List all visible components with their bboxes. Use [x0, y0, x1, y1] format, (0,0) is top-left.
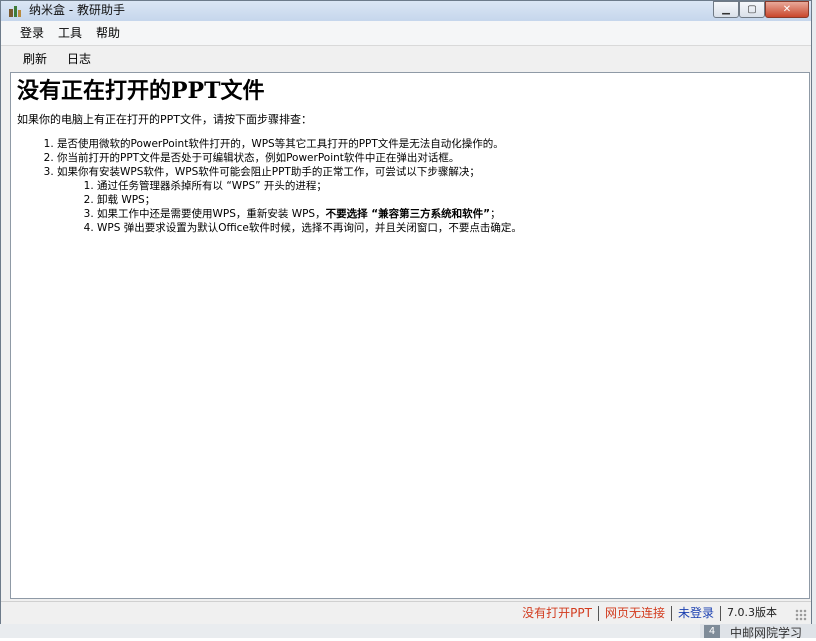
version-label: 7.0.3版本 [727, 606, 777, 619]
close-icon: ✕ [782, 4, 792, 15]
intro-text: 如果你的电脑上有正在打开的PPT文件，请按下面步骤排查： [17, 113, 312, 126]
background-taskbar-item: 4 中邮网院学习 [700, 624, 816, 640]
window-title: 纳米盒 - 教研助手 [29, 3, 125, 17]
minimize-icon: ▁ [722, 4, 730, 15]
list-item: 如果工作中还是需要使用WPS，重新安装 WPS，不要选择 “兼容第三方系统和软件… [97, 207, 809, 221]
login-status[interactable]: 未登录 [672, 605, 720, 621]
window-controls: ▁ ▢ ✕ [713, 1, 809, 19]
app-window: 纳米盒 - 教研助手 ▁ ▢ ✕ 登录 工具 帮助 刷新 日志 没有正在打开的P… [0, 0, 812, 624]
menu-bar: 登录 工具 帮助 [1, 21, 811, 46]
title-bar[interactable]: 纳米盒 - 教研助手 ▁ ▢ ✕ [1, 1, 811, 21]
log-button[interactable]: 日志 [57, 48, 101, 70]
list-item: 如果你有安装WPS软件，WPS软件可能会阻止PPT助手的正常工作，可尝试以下步骤… [57, 165, 809, 235]
menu-tools[interactable]: 工具 [51, 22, 89, 44]
status-bar: 没有打开PPT 网页无连接 未登录 7.0.3版本 [1, 601, 811, 624]
wps-substeps: 通过任务管理器杀掉所有以 “WPS” 开头的进程； 卸载 WPS； 如果工作中还… [57, 179, 809, 235]
warning-emphasis: 不要选择 “兼容第三方系统和软件” [325, 208, 491, 220]
web-status[interactable]: 网页无连接 [599, 605, 671, 621]
list-item: 卸载 WPS； [97, 193, 809, 207]
page-title: 没有正在打开的PPT文件 [17, 78, 265, 104]
content-panel: 没有正在打开的PPT文件 如果你的电脑上有正在打开的PPT文件，请按下面步骤排查… [10, 72, 810, 599]
list-item: 是否使用微软的PowerPoint软件打开的，WPS等其它工具打开的PPT文件是… [57, 137, 809, 151]
menu-help[interactable]: 帮助 [89, 22, 127, 44]
list-item: 你当前打开的PPT文件是否处于可编辑状态，例如PowerPoint软件中正在弹出… [57, 151, 809, 165]
taskbar-text: 中邮网院学习 [730, 626, 803, 640]
maximize-button[interactable]: ▢ [739, 1, 765, 18]
app-logo-icon [9, 6, 21, 17]
status-items: 没有打开PPT 网页无连接 未登录 7.0.3版本 [516, 605, 783, 621]
close-button[interactable]: ✕ [765, 1, 809, 18]
list-item: WPS 弹出要求设置为默认Office软件时候，选择不再询问，并且关闭窗口，不要… [97, 221, 809, 235]
toolbar: 刷新 日志 [1, 46, 811, 72]
taskbar-badge: 4 [704, 625, 720, 638]
minimize-button[interactable]: ▁ [713, 1, 739, 18]
menu-login[interactable]: 登录 [13, 22, 51, 44]
ppt-status[interactable]: 没有打开PPT [516, 605, 598, 621]
list-item: 通过任务管理器杀掉所有以 “WPS” 开头的进程； [97, 179, 809, 193]
resize-grip-icon[interactable] [795, 609, 807, 621]
troubleshoot-steps: 是否使用微软的PowerPoint软件打开的，WPS等其它工具打开的PPT文件是… [17, 137, 809, 235]
maximize-icon: ▢ [747, 4, 757, 15]
refresh-button[interactable]: 刷新 [13, 48, 57, 70]
